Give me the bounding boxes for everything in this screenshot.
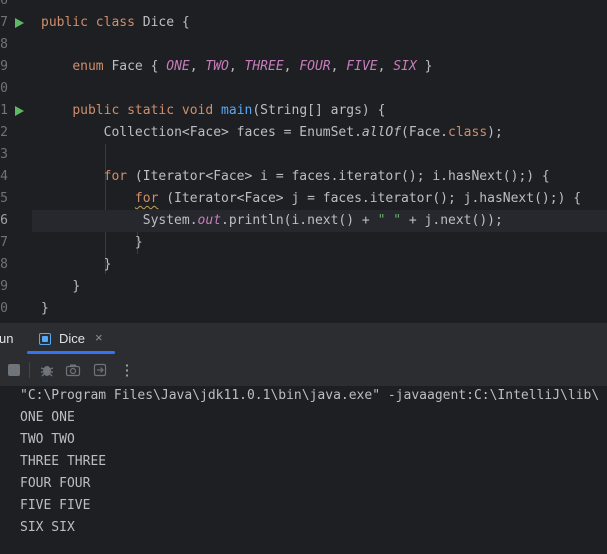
run-tool-window-title: un: [0, 331, 14, 346]
line-number: 7: [0, 15, 8, 30]
code-line-enum: enum Face { ONE, TWO, THREE, FOUR, FIVE,…: [41, 56, 607, 78]
keyword: public: [72, 103, 120, 118]
more-vertical-icon[interactable]: ⋮: [119, 362, 135, 378]
console-line: THREE THREE: [20, 454, 107, 469]
line-number: 2: [0, 125, 8, 140]
static-field: out: [197, 213, 222, 228]
method-name: main: [221, 103, 253, 118]
run-main-icon[interactable]: [15, 106, 24, 116]
console-output[interactable]: "C:\Program Files\Java\jdk11.0.1\bin\jav…: [0, 387, 607, 554]
brace: }: [424, 59, 433, 74]
code-text: (Iterator<Face> i = faces.iterator(); i.…: [127, 169, 550, 184]
line-number: 9: [0, 59, 8, 74]
camera-icon-glyph: [65, 364, 81, 377]
code-line-close: }: [41, 254, 607, 276]
comma: ,: [377, 59, 386, 74]
code-line-println: System.out.println(i.next() + " " + j.ne…: [32, 210, 607, 232]
code-line-collection: Collection<Face> faces = EnumSet.allOf(F…: [41, 122, 607, 144]
brace: }: [41, 301, 49, 316]
keyword: static: [127, 103, 175, 118]
line-number: 7: [0, 235, 8, 250]
code-line-inner-for: for (Iterator<Face> j = faces.iterator()…: [41, 188, 607, 210]
code-text: + j.next());: [401, 213, 503, 228]
stop-icon[interactable]: [8, 364, 20, 376]
application-icon: [39, 333, 51, 345]
code-text: .println(i.next() +: [221, 213, 378, 228]
line-number: 0: [0, 301, 8, 316]
enum-constant: THREE: [244, 59, 284, 74]
console-line: TWO TWO: [20, 432, 75, 447]
toolbar-divider: [29, 362, 30, 378]
exit-icon-glyph: [93, 363, 107, 377]
comma: ,: [189, 59, 198, 74]
code-text: (Face.: [401, 125, 449, 140]
keyword: for: [134, 191, 159, 206]
keyword: enum: [72, 59, 104, 74]
close-icon[interactable]: ×: [95, 330, 103, 345]
console-line: FOUR FOUR: [20, 476, 91, 491]
brace: {: [181, 15, 190, 30]
line-number: 8: [0, 257, 8, 272]
bug-icon[interactable]: [39, 362, 55, 378]
line-number: 8: [0, 37, 8, 52]
bug-icon-glyph: [40, 366, 54, 377]
comma: ,: [283, 59, 292, 74]
run-toolbar: ⋮: [0, 354, 607, 387]
code-line-close: }: [41, 232, 607, 254]
line-number: 0: [0, 81, 8, 96]
camera-icon[interactable]: [65, 362, 81, 378]
brace: }: [134, 235, 143, 250]
enum-constant: SIX: [393, 59, 417, 74]
code-text: Collection<Face> faces = EnumSet.: [103, 125, 362, 140]
console-line: FIVE FIVE: [20, 498, 91, 513]
code-line-outer-for: for (Iterator<Face> i = faces.iterator()…: [41, 166, 607, 188]
enum-constant: FOUR: [299, 59, 331, 74]
line-number: 3: [0, 147, 8, 162]
comma: ,: [330, 59, 339, 74]
code-text: );: [487, 125, 503, 140]
exit-icon[interactable]: [92, 362, 108, 378]
code-text: (Iterator<Face> j = faces.iterator(); j.…: [158, 191, 582, 206]
keyword: for: [103, 169, 128, 184]
code-line-class-decl: public class Dice {: [41, 12, 607, 34]
line-number: 1: [0, 103, 8, 118]
line-number: 9: [0, 279, 8, 294]
brace: }: [103, 257, 112, 272]
params: (String[] args) {: [252, 103, 386, 118]
line-gutter: 6 7 8 9 0 1 2 3 4 5 6 7 8 9 0: [0, 0, 32, 322]
code-text: System.: [142, 213, 198, 228]
line-number-current: 6: [0, 213, 8, 228]
code-line-close: }: [41, 276, 607, 298]
line-number: 6: [0, 0, 8, 8]
keyword: void: [181, 103, 214, 118]
enum-name: Face: [111, 59, 143, 74]
code-line-main: public static void main(String[] args) {: [41, 100, 607, 122]
brace: {: [150, 59, 159, 74]
enum-constant: FIVE: [346, 59, 378, 74]
console-line: ONE ONE: [20, 410, 75, 425]
class-name: Dice: [142, 15, 175, 30]
enum-constant: ONE: [166, 59, 190, 74]
comma: ,: [228, 59, 237, 74]
method-name: allOf: [361, 125, 402, 140]
keyword: class: [95, 15, 135, 30]
tab-dice[interactable]: Dice ×: [27, 323, 115, 355]
code-line-close: }: [41, 298, 607, 320]
code-editor[interactable]: 6 7 8 9 0 1 2 3 4 5 6 7 8 9 0 public cla…: [0, 0, 607, 322]
line-number: 4: [0, 169, 8, 184]
console-line: "C:\Program Files\Java\jdk11.0.1\bin\jav…: [20, 388, 600, 403]
line-number: 5: [0, 191, 8, 206]
keyword: class: [448, 125, 488, 140]
keyword: public: [41, 15, 88, 30]
run-tool-window-header: un Dice ×: [0, 322, 607, 355]
run-class-icon[interactable]: [15, 18, 24, 28]
brace: }: [72, 279, 81, 294]
console-line: SIX SIX: [20, 520, 75, 535]
string-literal: " ": [377, 213, 402, 228]
tab-label: Dice: [59, 331, 86, 346]
enum-constant: TWO: [205, 59, 229, 74]
